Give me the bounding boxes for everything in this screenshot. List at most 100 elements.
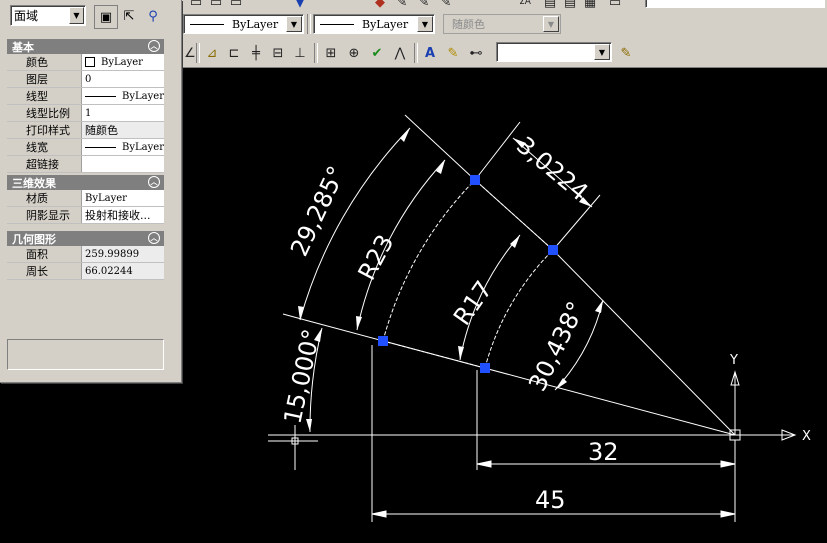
dim45-arrow-right xyxy=(720,510,736,518)
prop-value-text: ByLayer xyxy=(122,90,164,102)
chevron-down-icon[interactable]: ▼ xyxy=(594,44,610,60)
prop-value: 66.02244 xyxy=(82,263,164,279)
prop-label: 面积 xyxy=(23,246,82,262)
prop-label: 周长 xyxy=(23,263,82,279)
dim-style-icon[interactable]: ✎ xyxy=(616,43,636,63)
collapse-icon[interactable]: ︿ xyxy=(148,40,160,52)
prop-value[interactable]: ByLayer xyxy=(82,139,164,155)
prop-row-plotstyle[interactable]: 打印样式 随颜色 xyxy=(7,122,164,139)
prop-value: 259.99899 xyxy=(82,246,164,262)
dim-30deg-text: 30,438° xyxy=(523,297,590,396)
toolbar-icon-3[interactable]: ▭ xyxy=(226,0,246,12)
top-combo[interactable] xyxy=(645,0,825,8)
grip-right[interactable] xyxy=(548,245,558,255)
prop-row-area[interactable]: 面积 259.99899 xyxy=(7,246,164,263)
toolbar-icon-9[interactable]: ΣΑ xyxy=(515,0,535,12)
toolbar-icon-5[interactable]: ◆ xyxy=(370,0,390,12)
prop-row-linetype[interactable]: 线型 ByLayer xyxy=(7,88,164,105)
grip-bottom[interactable] xyxy=(480,363,490,373)
object-type-value: 面域 xyxy=(14,9,39,23)
grip-left[interactable] xyxy=(378,336,388,346)
line-sample-icon xyxy=(85,146,117,148)
toolbar-icon-7[interactable]: ✎ xyxy=(414,0,434,12)
plotstyle-combo-value: 随颜色 xyxy=(452,18,485,31)
properties-panel: 面域 ▼ ▣ ⇱ ⚲ 基本 ︿ 颜色 ByLayer 图层 0 线型 ByLay… xyxy=(0,0,182,383)
dim-quick-icon[interactable]: ⊿ xyxy=(202,43,222,63)
prop-row-ltscale[interactable]: 线型比例 1 xyxy=(7,105,164,122)
object-type-select[interactable]: 面域 ▼ xyxy=(10,5,86,26)
grip-top[interactable] xyxy=(470,175,480,185)
dim-update-icon[interactable]: ⊷ xyxy=(466,43,486,63)
prop-value[interactable]: 随颜色 xyxy=(82,122,164,138)
prop-value[interactable]: ByLayer xyxy=(82,190,164,206)
toggle-pickadd-icon[interactable]: ▣ xyxy=(94,5,118,29)
dim-space-icon[interactable]: ⊟ xyxy=(268,43,288,63)
color-combo-value: ByLayer xyxy=(232,17,279,31)
toolbar-icon-2[interactable]: ▭ xyxy=(206,0,226,12)
prop-value[interactable]: 1 xyxy=(82,105,164,121)
arrow-r23-bottom xyxy=(356,316,362,330)
collapse-icon[interactable]: ︿ xyxy=(148,232,160,244)
prop-row-shadow[interactable]: 阴影显示 投射和接收... xyxy=(7,207,164,224)
dim-3-text: 3,0224 xyxy=(511,131,593,206)
linetype-combo[interactable]: ByLayer ▼ xyxy=(313,14,435,34)
prop-value[interactable]: 投射和接收... xyxy=(82,207,164,223)
grid-icon[interactable]: ▦ xyxy=(580,0,600,12)
collapse-icon[interactable]: ︿ xyxy=(148,176,160,188)
prop-row-hyperlink[interactable]: 超链接 xyxy=(7,156,164,173)
color-swatch-icon xyxy=(85,57,95,67)
dim-45-text: 45 xyxy=(535,486,566,514)
jogged-linear-icon[interactable]: ⋀ xyxy=(390,43,410,63)
ray-15deg xyxy=(304,319,736,436)
dim-baseline-icon[interactable]: ⊏ xyxy=(224,43,244,63)
prop-label: 线型 xyxy=(23,88,82,104)
dim-edit-icon[interactable]: A xyxy=(420,43,440,63)
color-combo[interactable]: ByLayer ▼ xyxy=(183,14,304,34)
section-header[interactable]: 三维效果 ︿ xyxy=(7,175,164,190)
dim-break-icon[interactable]: ⊥ xyxy=(290,43,310,63)
tolerance-icon[interactable]: ⊞ xyxy=(321,43,341,63)
prop-label: 超链接 xyxy=(23,156,82,172)
line-sample-icon xyxy=(190,23,224,25)
prop-label: 图层 xyxy=(23,71,82,87)
select-objects-icon[interactable]: ⇱ xyxy=(118,5,140,27)
quick-select-icon[interactable]: ⚲ xyxy=(142,5,164,27)
inspect-icon[interactable]: ✔ xyxy=(367,43,387,63)
toolbar-icon-4[interactable]: ▼ xyxy=(290,0,310,12)
prop-value[interactable]: ByLayer xyxy=(82,54,164,70)
section-header[interactable]: 基本 ︿ xyxy=(7,39,164,54)
chevron-down-icon[interactable]: ▼ xyxy=(417,16,433,32)
section-geometry: 几何图形 ︿ 面积 259.99899 周长 66.02244 xyxy=(7,231,164,280)
toolbar-icon-6[interactable]: ✎ xyxy=(392,0,412,12)
separator xyxy=(307,14,311,34)
toolbar-icon-1[interactable]: ▭ xyxy=(186,0,206,12)
prop-value[interactable]: 0 xyxy=(82,71,164,87)
dim-text-edit-icon[interactable]: ✎ xyxy=(443,43,463,63)
prop-row-perimeter[interactable]: 周长 66.02244 xyxy=(7,263,164,280)
toolbar-icon-12[interactable]: ▭ xyxy=(605,0,625,12)
toolbar-icon-11[interactable]: ▤ xyxy=(560,0,580,12)
separator xyxy=(414,43,418,63)
prop-row-layer[interactable]: 图层 0 xyxy=(7,71,164,88)
prop-row-lineweight[interactable]: 线宽 ByLayer xyxy=(7,139,164,156)
chevron-down-icon[interactable]: ▼ xyxy=(543,16,559,32)
chevron-down-icon[interactable]: ▼ xyxy=(69,7,84,24)
dim-continue-icon[interactable]: ╪ xyxy=(246,43,266,63)
section-header[interactable]: 几何图形 ︿ xyxy=(7,231,164,246)
line-sample-icon xyxy=(85,95,117,97)
toolbar-icon-8[interactable]: ✎ xyxy=(436,0,456,12)
prop-label: 打印样式 xyxy=(23,122,82,138)
separator xyxy=(196,43,200,63)
toolbar-icon-10[interactable]: ▤ xyxy=(540,0,560,12)
prop-label: 线型比例 xyxy=(23,105,82,121)
dimstyle-combo[interactable]: ▼ xyxy=(496,42,612,62)
prop-row-color[interactable]: 颜色 ByLayer xyxy=(7,54,164,71)
arrow-r23-top xyxy=(436,160,445,174)
plotstyle-combo[interactable]: 随颜色 ▼ xyxy=(443,14,561,34)
dim45-arrow-left xyxy=(371,510,387,518)
center-mark-icon[interactable]: ⊕ xyxy=(344,43,364,63)
chevron-down-icon[interactable]: ▼ xyxy=(286,16,302,32)
prop-row-material[interactable]: 材质 ByLayer xyxy=(7,190,164,207)
prop-value[interactable] xyxy=(82,156,164,172)
prop-value[interactable]: ByLayer xyxy=(82,88,164,104)
